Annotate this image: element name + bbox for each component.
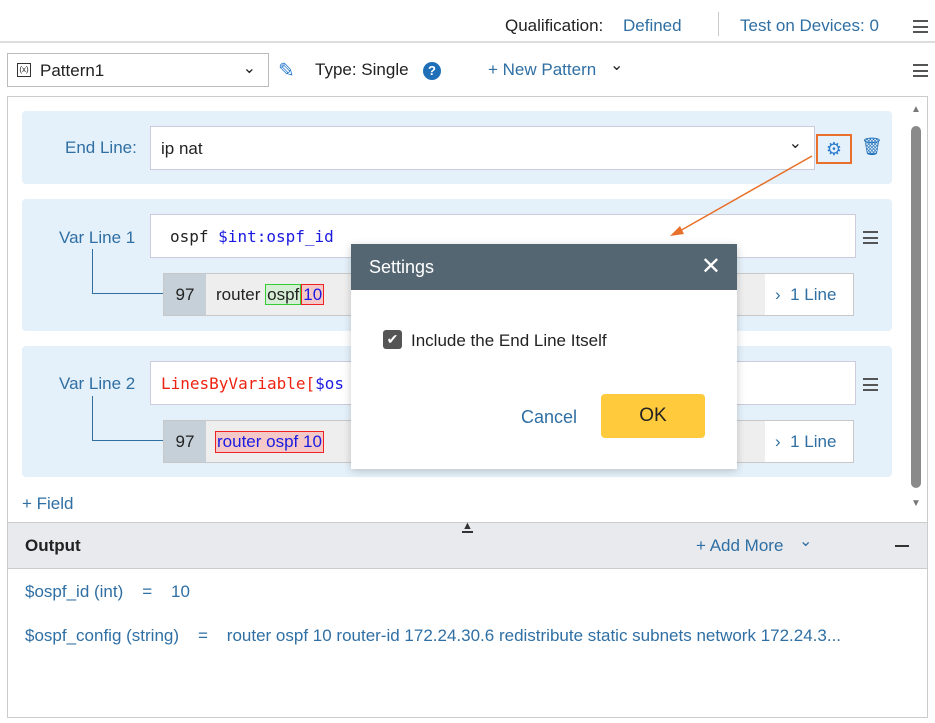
- close-icon[interactable]: ✕: [701, 252, 721, 281]
- checkbox-label: Include the End Line Itself: [411, 331, 607, 350]
- dialog-header: Settings ✕: [351, 244, 737, 290]
- dialog-title: Settings: [369, 257, 435, 277]
- include-end-line-checkbox[interactable]: ✔: [383, 330, 402, 349]
- cancel-button[interactable]: Cancel: [521, 407, 577, 428]
- settings-dialog: Settings ✕ ✔ Include the End Line Itself…: [351, 244, 737, 469]
- ok-button[interactable]: OK: [601, 394, 705, 438]
